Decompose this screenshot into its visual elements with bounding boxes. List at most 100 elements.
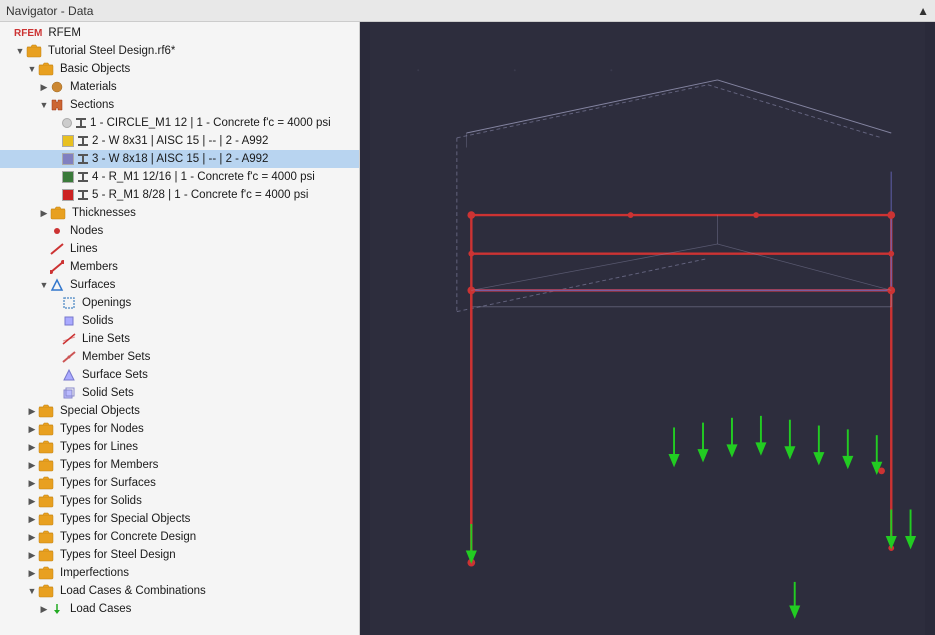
- tree-icon: [38, 476, 57, 490]
- tree-label: Members: [70, 261, 118, 273]
- tree-arrow[interactable]: ▶: [26, 460, 38, 471]
- section-icon: [75, 117, 87, 129]
- tree-label: 3 - W 8x18 | AISC 15 | -- | 2 - A992: [92, 153, 268, 165]
- tree-icon: [62, 350, 79, 364]
- tree-arrow[interactable]: ▶: [26, 568, 38, 579]
- tree-label: 5 - R_M1 8/28 | 1 - Concrete f'c = 4000 …: [92, 189, 308, 201]
- tree-arrow[interactable]: ▶: [38, 82, 50, 93]
- tree-arrow[interactable]: ▼: [26, 586, 38, 596]
- tree-arrow[interactable]: ▶: [38, 604, 50, 615]
- tree-item-types-lines[interactable]: ▶ Types for Lines: [0, 438, 359, 456]
- tree-label: RFEM: [48, 27, 81, 39]
- tree-item-thicknesses[interactable]: ▶ Thicknesses: [0, 204, 359, 222]
- tree-arrow[interactable]: ▶: [26, 514, 38, 525]
- main-layout: RFEMRFEM ▼ Tutorial Steel Design.rf6* ▼ Basi…: [0, 22, 935, 635]
- tree-label: Types for Surfaces: [60, 477, 156, 489]
- tree-label: Line Sets: [82, 333, 130, 345]
- tree-icon: [62, 386, 79, 400]
- tree-item-types-members[interactable]: ▶ Types for Members: [0, 456, 359, 474]
- tree-arrow[interactable]: ▶: [26, 442, 38, 453]
- tree-icon: [38, 512, 57, 526]
- tree-icon: [38, 584, 57, 598]
- tree-item-tutorial[interactable]: ▼ Tutorial Steel Design.rf6*: [0, 42, 359, 60]
- tree-label: Thicknesses: [72, 207, 136, 219]
- navigator-panel: RFEMRFEM ▼ Tutorial Steel Design.rf6* ▼ Basi…: [0, 22, 360, 635]
- tree-arrow[interactable]: ▶: [26, 478, 38, 489]
- tree-item-surfaces[interactable]: ▼Surfaces: [0, 276, 359, 294]
- tree-icon: [38, 494, 57, 508]
- tree-item-sections[interactable]: ▼Sections: [0, 96, 359, 114]
- tree-label: Types for Lines: [60, 441, 138, 453]
- title-bar: Navigator - Data ▲: [0, 0, 935, 22]
- tree-item-solid-sets[interactable]: Solid Sets: [0, 384, 359, 402]
- tree-item-types-steel[interactable]: ▶Types for Steel Design: [0, 546, 359, 564]
- tree-item-types-nodes[interactable]: ▶Types for Nodes: [0, 420, 359, 438]
- tree-icon: [50, 260, 67, 274]
- tree-label: Openings: [82, 297, 131, 309]
- tree-arrow[interactable]: ▶: [26, 406, 38, 417]
- tree-label: Solid Sets: [82, 387, 134, 399]
- tree-item-types-surfaces[interactable]: ▶ Types for Surfaces: [0, 474, 359, 492]
- tree-item-basic-objects[interactable]: ▼ Basic Objects: [0, 60, 359, 78]
- tree-item-load-cases-combo[interactable]: ▼ Load Cases & Combinations: [0, 582, 359, 600]
- tree-label: 1 - CIRCLE_M1 12 | 1 - Concrete f'c = 40…: [90, 117, 331, 129]
- tree-item-members[interactable]: Members: [0, 258, 359, 276]
- tree-item-sec5[interactable]: 5 - R_M1 8/28 | 1 - Concrete f'c = 4000 …: [0, 186, 359, 204]
- tree-label: Tutorial Steel Design.rf6*: [48, 45, 175, 57]
- tree-item-solids[interactable]: Solids: [0, 312, 359, 330]
- tree-arrow[interactable]: ▶: [26, 496, 38, 507]
- tree-label: Load Cases & Combinations: [60, 585, 206, 597]
- tree-item-sec2[interactable]: 2 - W 8x31 | AISC 15 | -- | 2 - A992: [0, 132, 359, 150]
- tree-arrow[interactable]: ▶: [26, 424, 38, 435]
- section-swatch: [62, 189, 74, 201]
- tree-arrow[interactable]: ▶: [26, 532, 38, 543]
- tree-icon: [38, 62, 57, 76]
- tree-item-sec1[interactable]: 1 - CIRCLE_M1 12 | 1 - Concrete f'c = 40…: [0, 114, 359, 132]
- tree-icon: [62, 332, 79, 346]
- tree-arrow[interactable]: ▼: [38, 100, 50, 110]
- tree-label: Surface Sets: [82, 369, 148, 381]
- tree-label: Types for Members: [60, 459, 158, 471]
- tree-item-types-special[interactable]: ▶Types for Special Objects: [0, 510, 359, 528]
- tree-item-imperfections[interactable]: ▶Imperfections: [0, 564, 359, 582]
- tree-label: 2 - W 8x31 | AISC 15 | -- | 2 - A992: [92, 135, 268, 147]
- section-icon: [77, 135, 89, 147]
- tree-icon: [50, 224, 67, 238]
- tree-label: Nodes: [70, 225, 103, 237]
- tree-item-sec4[interactable]: 4 - R_M1 12/16 | 1 - Concrete f'c = 4000…: [0, 168, 359, 186]
- model-canvas: [360, 22, 935, 635]
- tree-scroll[interactable]: RFEMRFEM ▼ Tutorial Steel Design.rf6* ▼ Basi…: [0, 22, 359, 635]
- tree-icon: [50, 98, 67, 112]
- tree-item-surface-sets[interactable]: Surface Sets: [0, 366, 359, 384]
- tree-label: Special Objects: [60, 405, 140, 417]
- tree-item-load-cases[interactable]: ▶ Load Cases: [0, 600, 359, 618]
- tree-item-openings[interactable]: Openings: [0, 294, 359, 312]
- tree-icon: [50, 278, 67, 292]
- tree-icon: [50, 206, 69, 220]
- canvas-area: [360, 22, 935, 635]
- tree-label: Materials: [70, 81, 117, 93]
- tree-arrow[interactable]: ▼: [14, 46, 26, 56]
- tree-arrow[interactable]: ▶: [38, 208, 50, 219]
- tree-label: Basic Objects: [60, 63, 130, 75]
- tree-item-line-sets[interactable]: Line Sets: [0, 330, 359, 348]
- tree-item-sec3[interactable]: 3 - W 8x18 | AISC 15 | -- | 2 - A992: [0, 150, 359, 168]
- tree-label: Types for Solids: [60, 495, 142, 507]
- tree-item-types-concrete[interactable]: ▶Types for Concrete Design: [0, 528, 359, 546]
- tree-item-special-objects[interactable]: ▶ Special Objects: [0, 402, 359, 420]
- tree-icon: [50, 242, 67, 256]
- tree-arrow[interactable]: ▶: [26, 550, 38, 561]
- tree-item-lines[interactable]: Lines: [0, 240, 359, 258]
- tree-item-rfem[interactable]: RFEMRFEM: [0, 24, 359, 42]
- tree-arrow[interactable]: ▼: [38, 280, 50, 290]
- tree-label: Load Cases: [70, 603, 131, 615]
- tree-item-types-solids[interactable]: ▶ Types for Solids: [0, 492, 359, 510]
- tree-icon: [50, 80, 67, 94]
- section-swatch: [62, 171, 74, 183]
- tree-arrow[interactable]: ▼: [26, 64, 38, 74]
- window-title: Navigator - Data: [6, 4, 93, 18]
- tree-icon: [38, 404, 57, 418]
- tree-item-materials[interactable]: ▶ Materials: [0, 78, 359, 96]
- tree-item-member-sets[interactable]: Member Sets: [0, 348, 359, 366]
- tree-item-nodes[interactable]: Nodes: [0, 222, 359, 240]
